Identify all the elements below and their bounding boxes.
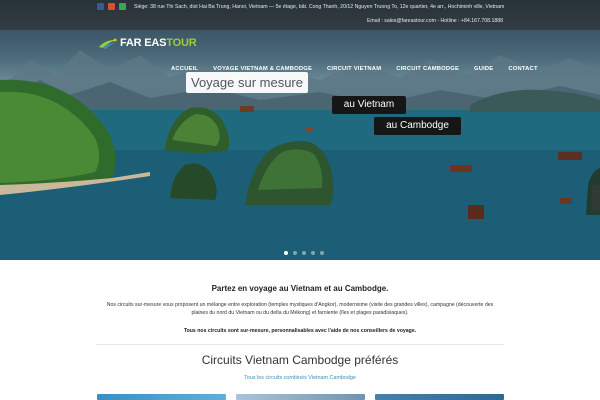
contact-info[interactable]: Email : sales@fareastour.com - Hotline :… <box>367 18 503 24</box>
slider-next-arrow[interactable] <box>592 185 600 211</box>
slider-dot[interactable] <box>284 251 288 255</box>
intro-highlight: Tous nos circuits sont sur-mesure, perso… <box>183 328 417 334</box>
nav-item-circuit-cambodge[interactable]: CIRCUIT CAMBODGE <box>396 66 459 72</box>
section-title: Circuits Vietnam Cambodge préférés <box>201 353 399 367</box>
office-address: Siège: 38 rue Thi Sach, dist Hai Ba Trun… <box>134 4 505 10</box>
slider-dot[interactable] <box>320 251 324 255</box>
hero-slogan-line2: au Vietnam <box>332 96 406 114</box>
nav-item-circuit-vietnam[interactable]: CIRCUIT VIETNAM <box>327 66 381 72</box>
intro-text: Nos circuits sur-mesure vous proposent u… <box>106 302 494 316</box>
slider-dot[interactable] <box>302 251 306 255</box>
nav-item-guide[interactable]: GUIDE <box>474 66 493 72</box>
hero-slogan-line3: au Cambodge <box>374 117 461 135</box>
google-plus-icon[interactable] <box>108 3 115 10</box>
hero-image-ha-long-bay <box>0 50 600 260</box>
topbar: Siège: 38 rue Thi Sach, dist Hai Ba Trun… <box>0 0 600 30</box>
page: Siège: 38 rue Thi Sach, dist Hai Ba Trun… <box>0 0 600 400</box>
logo-swoosh-icon <box>98 37 120 49</box>
section-divider <box>96 344 504 345</box>
slider-dot[interactable] <box>311 251 315 255</box>
circuit-card[interactable] <box>97 394 226 400</box>
logo-text: FAR EASTOUR <box>120 37 197 49</box>
facebook-icon[interactable] <box>97 3 104 10</box>
hero-slider[interactable]: Siège: 38 rue Thi Sach, dist Hai Ba Trun… <box>0 0 600 260</box>
slider-pagination <box>284 251 324 255</box>
slider-dot[interactable] <box>293 251 297 255</box>
all-circuits-link[interactable]: Tous les circuits combinés Vietnam Cambo… <box>0 375 600 381</box>
circuit-card[interactable] <box>375 394 504 400</box>
circuit-cards <box>97 394 504 400</box>
intro-title: Partez en voyage au Vietnam et au Cambod… <box>211 284 389 293</box>
tripadvisor-icon[interactable] <box>119 3 126 10</box>
hero-slogan-line1: Voyage sur mesure <box>186 72 308 93</box>
circuit-card[interactable] <box>236 394 365 400</box>
social-links <box>97 3 126 10</box>
site-logo[interactable]: FAR EASTOUR <box>98 37 197 49</box>
nav-item-contact[interactable]: CONTACT <box>508 66 537 72</box>
